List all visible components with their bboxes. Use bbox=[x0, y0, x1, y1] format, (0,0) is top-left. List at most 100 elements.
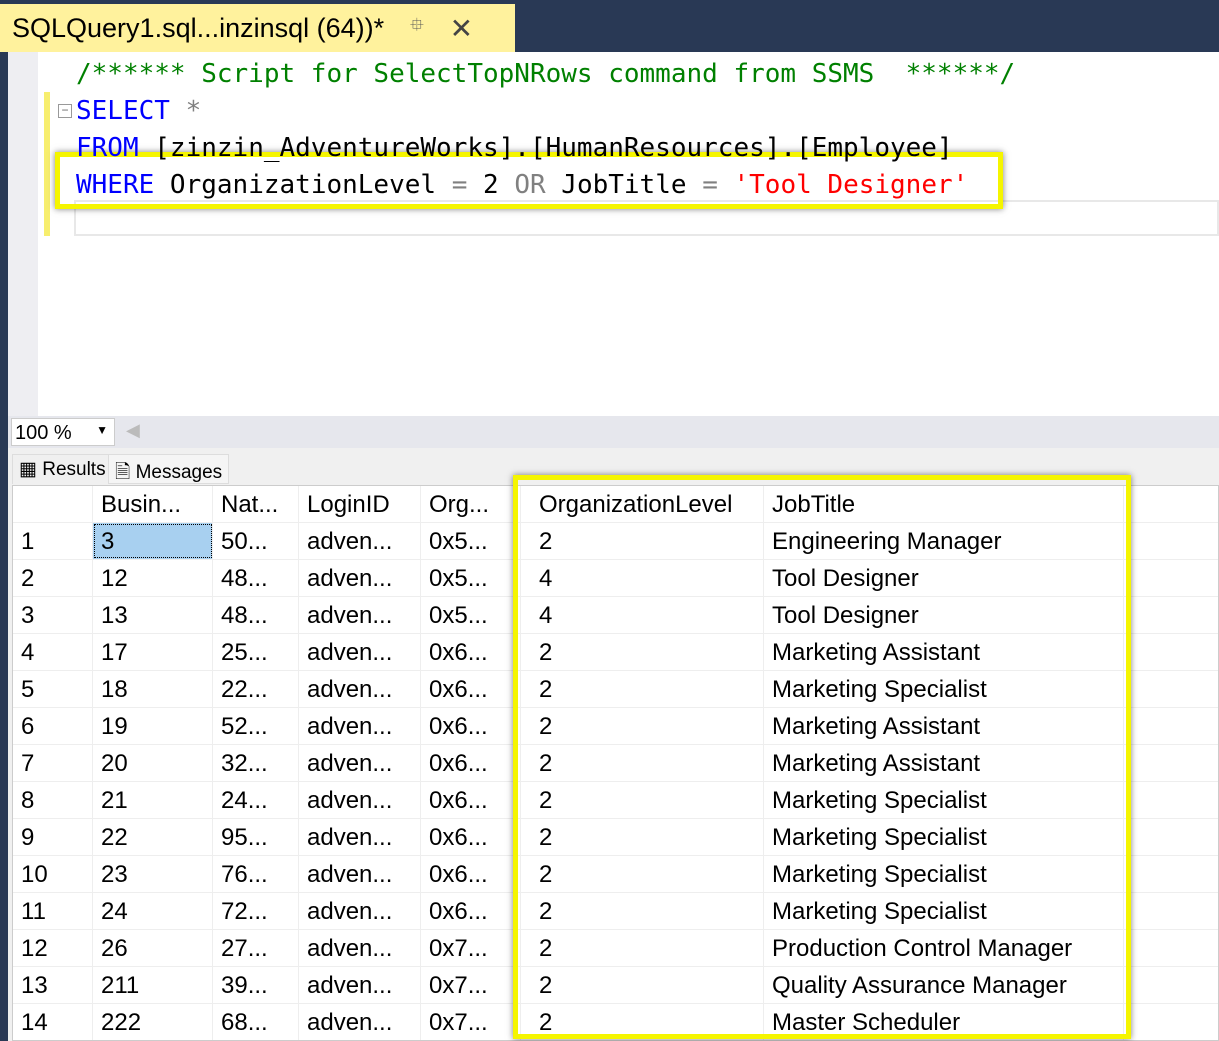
grid-cell[interactable]: 68... bbox=[213, 1004, 299, 1040]
grid-cell[interactable]: 0x6... bbox=[421, 782, 521, 818]
grid-cell[interactable]: 0x6... bbox=[421, 634, 521, 670]
zoom-value: 100 % bbox=[15, 422, 72, 444]
row-number[interactable]: 7 bbox=[13, 745, 93, 781]
grid-cell[interactable]: 3 bbox=[93, 523, 213, 559]
grid-cell[interactable]: 95... bbox=[213, 819, 299, 855]
row-number[interactable]: 13 bbox=[13, 967, 93, 1003]
query-editor[interactable]: − /****** Script for SelectTopNRows comm… bbox=[8, 52, 1219, 416]
grid-cell[interactable]: 0x7... bbox=[421, 1004, 521, 1040]
grid-cell[interactable]: adven... bbox=[299, 967, 421, 1003]
row-number[interactable]: 5 bbox=[13, 671, 93, 707]
grid-cell[interactable]: 0x6... bbox=[421, 893, 521, 929]
grid-cell[interactable]: 23 bbox=[93, 856, 213, 892]
grid-cell[interactable]: 48... bbox=[213, 597, 299, 633]
grid-cell[interactable]: 52... bbox=[213, 708, 299, 744]
grid-cell[interactable]: adven... bbox=[299, 1004, 421, 1040]
grid-cell[interactable]: adven... bbox=[299, 819, 421, 855]
grid-cell[interactable]: 25... bbox=[213, 634, 299, 670]
grid-cell[interactable]: adven... bbox=[299, 745, 421, 781]
grid-cell[interactable]: adven... bbox=[299, 597, 421, 633]
scroll-left-icon[interactable]: ◀ bbox=[126, 420, 140, 441]
grid-cell[interactable]: 50... bbox=[213, 523, 299, 559]
grid-cell[interactable]: adven... bbox=[299, 708, 421, 744]
code-token: = bbox=[702, 170, 718, 200]
grid-cell[interactable]: 26 bbox=[93, 930, 213, 966]
column-header[interactable]: Org... bbox=[421, 486, 521, 522]
grid-cell[interactable]: 24... bbox=[213, 782, 299, 818]
grid-cell[interactable]: 22 bbox=[93, 819, 213, 855]
code-token: OrganizationLevel bbox=[154, 170, 452, 200]
row-number[interactable]: 9 bbox=[13, 819, 93, 855]
grid-cell[interactable]: 0x6... bbox=[421, 819, 521, 855]
row-number[interactable]: 2 bbox=[13, 560, 93, 596]
code-token: = bbox=[451, 170, 468, 200]
grid-cell[interactable]: 0x7... bbox=[421, 967, 521, 1003]
grid-cell[interactable]: 17 bbox=[93, 634, 213, 670]
grid-cell[interactable]: 0x6... bbox=[421, 745, 521, 781]
grid-cell[interactable]: adven... bbox=[299, 930, 421, 966]
code-token: 2 bbox=[467, 170, 515, 200]
row-number[interactable]: 11 bbox=[13, 893, 93, 929]
grid-cell[interactable]: 0x6... bbox=[421, 856, 521, 892]
grid-cell[interactable]: 0x5... bbox=[421, 597, 521, 633]
grid-cell[interactable]: 0x6... bbox=[421, 671, 521, 707]
row-number[interactable]: 8 bbox=[13, 782, 93, 818]
pin-icon[interactable]: ⯐ bbox=[410, 13, 424, 43]
grid-cell[interactable]: 48... bbox=[213, 560, 299, 596]
code-token: OR bbox=[514, 170, 546, 200]
code-line-comment: /****** Script for SelectTopNRows comman… bbox=[76, 59, 1016, 89]
grid-cell[interactable]: 0x6... bbox=[421, 708, 521, 744]
close-icon[interactable]: ✕ bbox=[450, 12, 473, 45]
code-string: 'Tool Designer' bbox=[717, 170, 969, 200]
grid-cell[interactable]: 0x5... bbox=[421, 560, 521, 596]
change-marker bbox=[44, 92, 50, 236]
collapse-icon[interactable]: − bbox=[58, 104, 72, 118]
row-number[interactable]: 6 bbox=[13, 708, 93, 744]
tab-label: Results bbox=[42, 459, 106, 480]
column-header[interactable]: Nat... bbox=[213, 486, 299, 522]
grid-cell[interactable]: 76... bbox=[213, 856, 299, 892]
grid-cell[interactable]: adven... bbox=[299, 671, 421, 707]
row-number[interactable]: 3 bbox=[13, 597, 93, 633]
grid-cell[interactable]: adven... bbox=[299, 523, 421, 559]
grid-cell[interactable]: adven... bbox=[299, 782, 421, 818]
column-header[interactable]: LoginID bbox=[299, 486, 421, 522]
column-header[interactable]: Busin... bbox=[93, 486, 213, 522]
row-number[interactable]: 14 bbox=[13, 1004, 93, 1040]
chevron-down-icon: ▼ bbox=[96, 423, 108, 437]
column-header[interactable] bbox=[13, 486, 93, 522]
grid-cell[interactable]: 39... bbox=[213, 967, 299, 1003]
zoom-select[interactable]: 100 % ▼ bbox=[11, 418, 115, 446]
grid-cell[interactable]: 27... bbox=[213, 930, 299, 966]
grid-cell[interactable]: 72... bbox=[213, 893, 299, 929]
code-line-from: FROM [zinzin_AdventureWorks].[HumanResou… bbox=[76, 133, 953, 163]
tab-messages[interactable]: 🗎 Messages bbox=[108, 454, 230, 484]
row-number[interactable]: 10 bbox=[13, 856, 93, 892]
grid-cell[interactable]: 12 bbox=[93, 560, 213, 596]
row-number[interactable]: 1 bbox=[13, 523, 93, 559]
grid-cell[interactable]: adven... bbox=[299, 560, 421, 596]
grid-cell[interactable]: 0x7... bbox=[421, 930, 521, 966]
grid-cell[interactable]: 222 bbox=[93, 1004, 213, 1040]
grid-cell[interactable]: 21 bbox=[93, 782, 213, 818]
grid-cell[interactable]: 22... bbox=[213, 671, 299, 707]
grid-cell[interactable]: 0x5... bbox=[421, 523, 521, 559]
keyword-where: WHERE bbox=[76, 170, 155, 200]
grid-cell[interactable]: adven... bbox=[299, 893, 421, 929]
grid-cell[interactable]: 18 bbox=[93, 671, 213, 707]
grid-cell[interactable]: 13 bbox=[93, 597, 213, 633]
grid-cell[interactable]: 24 bbox=[93, 893, 213, 929]
row-number[interactable]: 12 bbox=[13, 930, 93, 966]
grid-cell[interactable]: adven... bbox=[299, 634, 421, 670]
grid-cell[interactable]: 211 bbox=[93, 967, 213, 1003]
sql-code[interactable]: /****** Script for SelectTopNRows comman… bbox=[76, 56, 1015, 204]
editor-gutter bbox=[8, 52, 38, 416]
tab-results[interactable]: ▦ Results bbox=[12, 454, 113, 484]
grid-cell[interactable]: adven... bbox=[299, 856, 421, 892]
grid-cell[interactable]: 19 bbox=[93, 708, 213, 744]
editor-status-bar: 100 % ▼ ◀ bbox=[8, 416, 1219, 448]
grid-cell[interactable]: 20 bbox=[93, 745, 213, 781]
grid-cell[interactable]: 32... bbox=[213, 745, 299, 781]
query-tab[interactable]: SQLQuery1.sql...inzinsql (64))* ⯐ ✕ bbox=[0, 4, 515, 52]
row-number[interactable]: 4 bbox=[13, 634, 93, 670]
